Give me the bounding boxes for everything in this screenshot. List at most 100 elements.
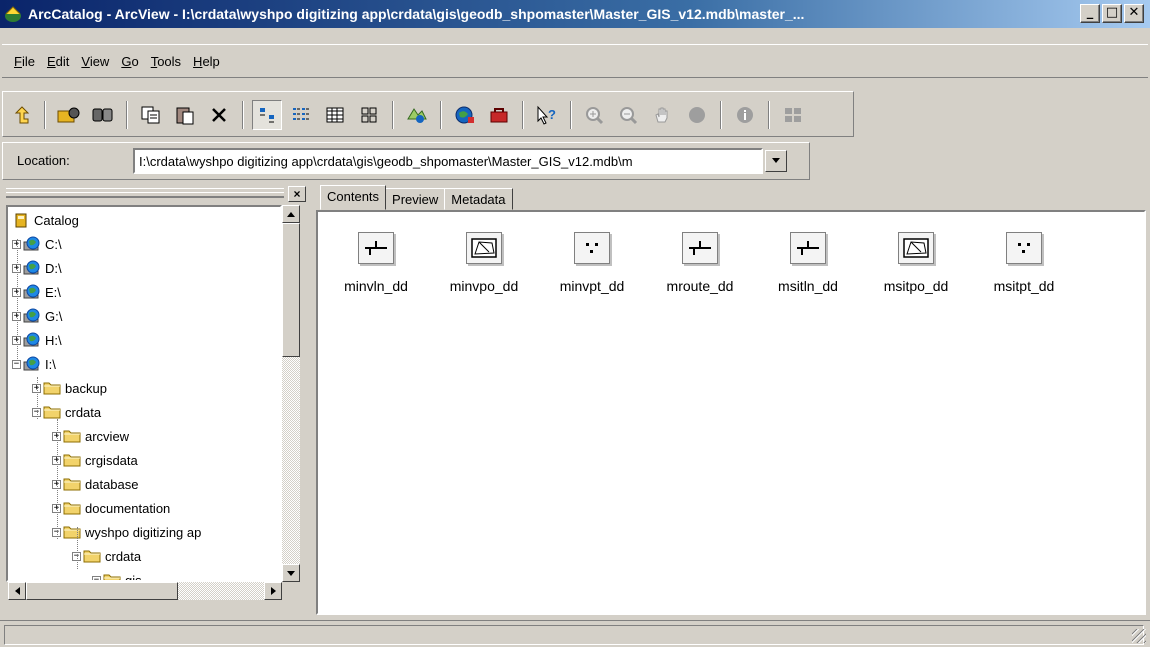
svg-text:?: ? xyxy=(548,107,556,122)
pan-icon[interactable] xyxy=(648,100,678,130)
tree-item-label: G:\ xyxy=(45,308,63,324)
feature-class-msitpt-dd[interactable]: msitpt_dd xyxy=(974,232,1074,294)
tree-item-label: crdata xyxy=(65,404,102,420)
drive-icon xyxy=(23,308,41,324)
tree-vertical-scrollbar[interactable] xyxy=(282,205,300,582)
feature-class-minvpt-dd[interactable]: minvpt_dd xyxy=(542,232,642,294)
feature-class-label: msitpt_dd xyxy=(993,278,1055,294)
thumbnails-view-icon[interactable] xyxy=(354,100,384,130)
feature-class-minvpo-dd[interactable]: minvpo_dd xyxy=(434,232,534,294)
tree-item-catalog[interactable]: Catalog xyxy=(12,209,79,231)
menu-view[interactable]: View xyxy=(75,54,115,69)
create-thumbnail-icon[interactable] xyxy=(778,100,808,130)
folder-icon xyxy=(63,428,81,444)
catalog-tree[interactable]: Catalog + C:\ + D:\ + E:\ + G:\ + H:\ − I:\ + backup − c… xyxy=(6,205,282,582)
tree-item-g[interactable]: + G:\ xyxy=(12,305,62,327)
location-dropdown-button[interactable] xyxy=(765,150,787,172)
tree-item-label: wyshpo digitizing ap xyxy=(85,524,202,540)
feature-class-label: minvpt_dd xyxy=(559,278,625,294)
scroll-up-button[interactable] xyxy=(282,205,300,223)
details-view-icon[interactable] xyxy=(320,100,350,130)
tree-item-backup[interactable]: + backup xyxy=(32,377,107,399)
tree-item-label: backup xyxy=(65,380,107,396)
folder-icon xyxy=(43,380,61,396)
close-button[interactable]: ✕ xyxy=(1124,4,1144,23)
drive-icon xyxy=(23,236,41,252)
tree-item-label: crgisdata xyxy=(85,452,138,468)
tree-item-label: C:\ xyxy=(45,236,62,252)
paste-icon[interactable] xyxy=(170,100,200,130)
tree-item-c[interactable]: + C:\ xyxy=(12,233,62,255)
menu-file[interactable]: File xyxy=(4,54,41,69)
tab-metadata[interactable]: Metadata xyxy=(444,188,513,210)
full-extent-icon[interactable] xyxy=(682,100,712,130)
tree-item-crgisdata[interactable]: + crgisdata xyxy=(52,449,138,471)
up-one-level-icon[interactable] xyxy=(6,100,36,130)
maximize-button[interactable]: □ xyxy=(1102,4,1122,23)
minimize-button[interactable]: _ xyxy=(1080,4,1100,23)
folder-icon xyxy=(63,524,81,540)
arctoolbox-icon[interactable] xyxy=(484,100,514,130)
tree-item-gis[interactable]: − gis xyxy=(92,569,142,580)
delete-icon[interactable] xyxy=(204,100,234,130)
tree-item-arcview[interactable]: + arcview xyxy=(52,425,129,447)
tree-item-e[interactable]: + E:\ xyxy=(12,281,61,303)
tree-item-d[interactable]: + D:\ xyxy=(12,257,62,279)
menu-edit[interactable]: Edit xyxy=(41,54,75,69)
tab-contents[interactable]: Contents xyxy=(320,185,387,210)
folder-icon xyxy=(63,500,81,516)
large-icons-view-icon[interactable] xyxy=(252,100,282,130)
folder-icon xyxy=(103,572,121,580)
connect-folder-icon[interactable] xyxy=(54,100,84,130)
location-toolbar: Location: I:\crdata\wyshpo digitizing ap… xyxy=(2,142,810,180)
copy-icon[interactable] xyxy=(136,100,166,130)
feature-class-mroute-dd[interactable]: mroute_dd xyxy=(650,232,750,294)
search-icon[interactable] xyxy=(450,100,480,130)
tree-close-button[interactable]: × xyxy=(288,186,306,202)
feature-class-label: msitln_dd xyxy=(778,278,838,294)
collapse-icon[interactable]: − xyxy=(12,359,21,369)
zoom-out-icon[interactable] xyxy=(614,100,644,130)
resize-grip-icon[interactable] xyxy=(1132,629,1146,643)
tree-item-h[interactable]: + H:\ xyxy=(12,329,62,351)
polygon-feature-icon xyxy=(466,232,502,264)
tree-item-database[interactable]: + database xyxy=(52,473,139,495)
scroll-right-button[interactable] xyxy=(264,582,282,600)
feature-class-label: msitpo_dd xyxy=(883,278,949,294)
tree-item-crdata[interactable]: − crdata xyxy=(32,401,101,423)
tree-item-label: D:\ xyxy=(45,260,62,276)
feature-class-msitpo-dd[interactable]: msitpo_dd xyxy=(866,232,966,294)
feature-class-label: minvpo_dd xyxy=(449,278,519,294)
tab-preview[interactable]: Preview xyxy=(385,188,446,210)
whats-this-help-icon[interactable]: ? xyxy=(532,100,562,130)
launch-arcmap-icon[interactable] xyxy=(402,100,432,130)
scroll-down-button[interactable] xyxy=(282,564,300,582)
menu-tools[interactable]: Tools xyxy=(145,54,187,69)
hscroll-thumb[interactable] xyxy=(26,582,178,600)
tree-item-documentation[interactable]: + documentation xyxy=(52,497,170,519)
tree-horizontal-scrollbar[interactable] xyxy=(8,582,282,600)
tree-item-wyshpo-digitizing-ap[interactable]: − wyshpo digitizing ap xyxy=(52,521,201,543)
menu-go[interactable]: Go xyxy=(115,54,144,69)
folder-icon xyxy=(63,452,81,468)
menu-help[interactable]: Help xyxy=(187,54,226,69)
zoom-in-icon[interactable] xyxy=(580,100,610,130)
location-input[interactable]: I:\crdata\wyshpo digitizing app\crdata\g… xyxy=(133,148,763,174)
list-view-icon[interactable] xyxy=(286,100,316,130)
scroll-left-button[interactable] xyxy=(8,582,26,600)
arrow-up-icon xyxy=(287,211,295,217)
title-bar[interactable]: ArcCatalog - ArcView - I:\crdata\wyshpo … xyxy=(0,0,1150,28)
contents-panel[interactable]: minvln_dd minvpo_dd minvpt_dd mroute_dd msit… xyxy=(316,210,1146,615)
tree-pane-grip[interactable] xyxy=(6,188,284,198)
tree-item-crdata[interactable]: − crdata xyxy=(72,545,141,567)
arccatalog-app-icon xyxy=(4,5,22,23)
tree-item-i[interactable]: − I:\ xyxy=(12,353,56,375)
feature-class-msitln-dd[interactable]: msitln_dd xyxy=(758,232,858,294)
scroll-thumb[interactable] xyxy=(282,223,300,357)
feature-class-minvln-dd[interactable]: minvln_dd xyxy=(326,232,426,294)
identify-icon[interactable] xyxy=(730,100,760,130)
tree-connector xyxy=(57,419,58,539)
catalog-icon xyxy=(12,212,30,228)
disconnect-folder-icon[interactable] xyxy=(88,100,118,130)
polygon-feature-icon xyxy=(898,232,934,264)
